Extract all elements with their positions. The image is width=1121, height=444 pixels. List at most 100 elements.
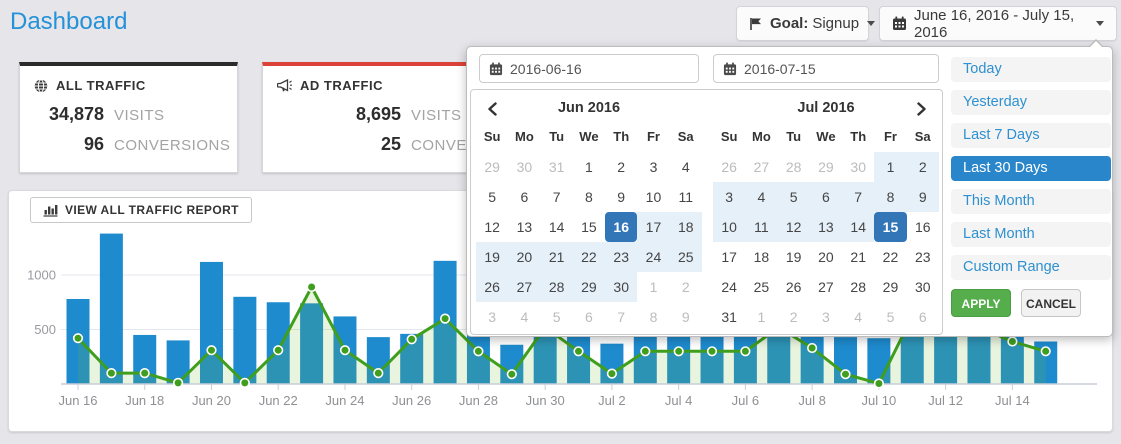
preset-range-custom-range[interactable]: Custom Range xyxy=(951,255,1111,280)
line-point[interactable] xyxy=(674,347,683,356)
calendar-day[interactable]: 24 xyxy=(637,242,669,272)
calendar-day[interactable]: 15 xyxy=(874,212,906,242)
calendar-day[interactable]: 21 xyxy=(541,242,573,272)
calendar-day[interactable]: 12 xyxy=(778,212,810,242)
calendar-day[interactable]: 24 xyxy=(713,272,745,302)
calendar-day[interactable]: 6 xyxy=(907,302,939,332)
calendar-day[interactable]: 29 xyxy=(874,272,906,302)
apply-button[interactable]: APPLY xyxy=(951,289,1011,317)
date-range-button[interactable]: June 16, 2016 - July 15, 2016 xyxy=(879,6,1117,41)
calendar-day[interactable]: 7 xyxy=(605,302,637,332)
calendar-day[interactable]: 5 xyxy=(541,302,573,332)
line-point[interactable] xyxy=(508,370,517,379)
line-point[interactable] xyxy=(107,369,116,378)
calendar-day[interactable]: 3 xyxy=(637,152,669,182)
calendar-day[interactable]: 28 xyxy=(842,272,874,302)
calendar-day[interactable]: 30 xyxy=(842,152,874,182)
calendar-day[interactable]: 4 xyxy=(670,152,702,182)
calendar-day[interactable]: 2 xyxy=(670,272,702,302)
calendar-day[interactable]: 10 xyxy=(713,212,745,242)
visits-bar[interactable] xyxy=(233,297,256,384)
visits-bar[interactable] xyxy=(100,234,123,384)
calendar-day[interactable]: 27 xyxy=(508,272,540,302)
calendar-day[interactable]: 22 xyxy=(874,242,906,272)
preset-range-last-month[interactable]: Last Month xyxy=(951,222,1111,247)
line-point[interactable] xyxy=(374,369,383,378)
calendar-day[interactable]: 30 xyxy=(907,272,939,302)
calendar-day[interactable]: 7 xyxy=(842,182,874,212)
calendar-day[interactable]: 27 xyxy=(745,152,777,182)
calendar-day[interactable]: 26 xyxy=(713,152,745,182)
line-point[interactable] xyxy=(74,334,83,343)
calendar-day[interactable]: 30 xyxy=(605,272,637,302)
calendar-day[interactable]: 19 xyxy=(778,242,810,272)
calendar-day[interactable]: 6 xyxy=(810,182,842,212)
preset-range-this-month[interactable]: This Month xyxy=(951,189,1111,214)
calendar-day[interactable]: 3 xyxy=(810,302,842,332)
line-point[interactable] xyxy=(407,335,416,344)
preset-range-yesterday[interactable]: Yesterday xyxy=(951,90,1111,115)
calendar-day[interactable]: 12 xyxy=(476,212,508,242)
preset-range-today[interactable]: Today xyxy=(951,57,1111,82)
calendar-day[interactable]: 18 xyxy=(670,212,702,242)
calendar-day[interactable]: 4 xyxy=(842,302,874,332)
calendar-day[interactable]: 16 xyxy=(907,212,939,242)
calendar-day[interactable]: 2 xyxy=(907,152,939,182)
calendar-day[interactable]: 17 xyxy=(713,242,745,272)
calendar-day[interactable]: 3 xyxy=(476,302,508,332)
calendar-day[interactable]: 27 xyxy=(810,272,842,302)
calendar-day[interactable]: 16 xyxy=(605,212,637,242)
calendar-day[interactable]: 9 xyxy=(605,182,637,212)
line-point[interactable] xyxy=(808,344,817,353)
line-point[interactable] xyxy=(574,347,583,356)
line-point[interactable] xyxy=(608,369,617,378)
calendar-day[interactable]: 11 xyxy=(745,212,777,242)
line-point[interactable] xyxy=(741,347,750,356)
line-point[interactable] xyxy=(641,347,650,356)
calendar-day[interactable]: 3 xyxy=(713,182,745,212)
calendar-day[interactable]: 8 xyxy=(874,182,906,212)
calendar-day[interactable]: 13 xyxy=(508,212,540,242)
line-point[interactable] xyxy=(307,283,316,292)
calendar-day[interactable]: 20 xyxy=(508,242,540,272)
calendar-day[interactable]: 26 xyxy=(476,272,508,302)
calendar-day[interactable]: 15 xyxy=(573,212,605,242)
calendar-day[interactable]: 28 xyxy=(541,272,573,302)
calendar-day[interactable]: 14 xyxy=(541,212,573,242)
calendar-day[interactable]: 8 xyxy=(637,302,669,332)
preset-range-last-30-days[interactable]: Last 30 Days xyxy=(951,156,1111,181)
calendar-day[interactable]: 28 xyxy=(778,152,810,182)
line-point[interactable] xyxy=(474,347,483,356)
start-date-input[interactable]: 2016-06-16 xyxy=(479,54,699,83)
calendar-day[interactable]: 5 xyxy=(476,182,508,212)
line-point[interactable] xyxy=(441,314,450,323)
calendar-day[interactable]: 1 xyxy=(745,302,777,332)
preset-range-last-7-days[interactable]: Last 7 Days xyxy=(951,123,1111,148)
line-point[interactable] xyxy=(875,379,884,388)
calendar-day[interactable]: 6 xyxy=(573,302,605,332)
calendar-day[interactable]: 4 xyxy=(745,182,777,212)
calendar-day[interactable]: 8 xyxy=(573,182,605,212)
line-point[interactable] xyxy=(241,379,250,388)
calendar-day[interactable]: 29 xyxy=(810,152,842,182)
calendar-day[interactable]: 11 xyxy=(670,182,702,212)
calendar-day[interactable]: 9 xyxy=(907,182,939,212)
calendar-day[interactable]: 18 xyxy=(745,242,777,272)
calendar-day[interactable]: 1 xyxy=(874,152,906,182)
line-point[interactable] xyxy=(140,369,149,378)
calendar-day[interactable]: 26 xyxy=(778,272,810,302)
calendar-day[interactable]: 2 xyxy=(605,152,637,182)
calendar-day[interactable]: 30 xyxy=(508,152,540,182)
calendar-day[interactable]: 21 xyxy=(842,242,874,272)
calendar-day[interactable]: 9 xyxy=(670,302,702,332)
line-point[interactable] xyxy=(174,379,183,388)
goal-selector-button[interactable]: Goal: Signup xyxy=(736,6,869,41)
calendar-day[interactable]: 1 xyxy=(637,272,669,302)
calendar-day[interactable]: 17 xyxy=(637,212,669,242)
calendar-day[interactable]: 29 xyxy=(476,152,508,182)
calendar-day[interactable]: 23 xyxy=(907,242,939,272)
line-point[interactable] xyxy=(207,346,216,355)
calendar-day[interactable]: 23 xyxy=(605,242,637,272)
line-point[interactable] xyxy=(1041,347,1050,356)
calendar-day[interactable]: 20 xyxy=(810,242,842,272)
